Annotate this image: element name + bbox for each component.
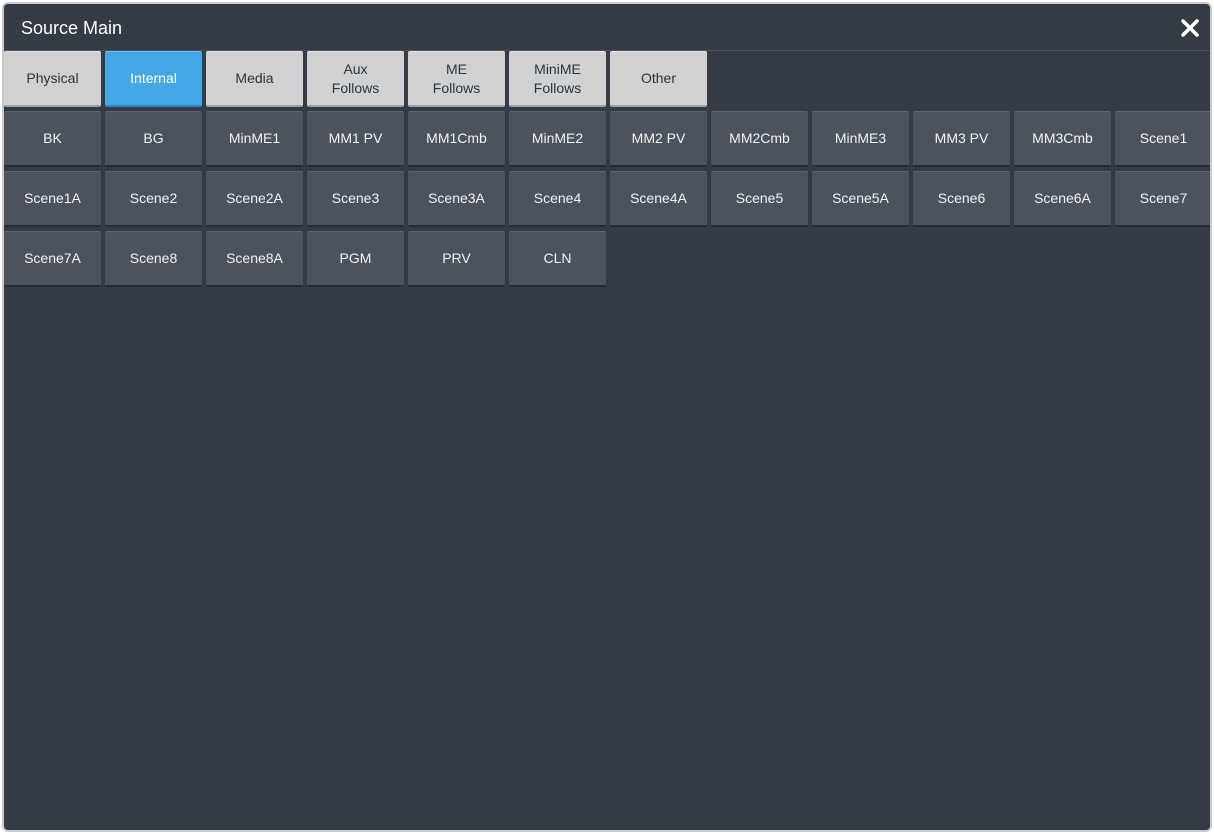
- source-button-scene8a[interactable]: Scene8A: [206, 231, 303, 287]
- source-button-mm1-pv[interactable]: MM1 PV: [307, 111, 404, 167]
- source-button-scene3a[interactable]: Scene3A: [408, 171, 505, 227]
- source-button-scene6a[interactable]: Scene6A: [1014, 171, 1111, 227]
- source-button-pgm[interactable]: PGM: [307, 231, 404, 287]
- source-button-mm2cmb[interactable]: MM2Cmb: [711, 111, 808, 167]
- source-button-mm3cmb[interactable]: MM3Cmb: [1014, 111, 1111, 167]
- tab-internal[interactable]: Internal: [105, 51, 202, 107]
- source-button-minme3[interactable]: MinME3: [812, 111, 909, 167]
- close-icon: [1181, 19, 1199, 37]
- close-button[interactable]: [1176, 14, 1204, 42]
- source-button-scene3[interactable]: Scene3: [307, 171, 404, 227]
- source-button-scene4[interactable]: Scene4: [509, 171, 606, 227]
- tab-physical[interactable]: Physical: [4, 51, 101, 107]
- source-button-scene7a[interactable]: Scene7A: [4, 231, 101, 287]
- source-button-cln[interactable]: CLN: [509, 231, 606, 287]
- source-button-bg[interactable]: BG: [105, 111, 202, 167]
- title-bar: Source Main: [4, 4, 1210, 51]
- source-button-scene5[interactable]: Scene5: [711, 171, 808, 227]
- source-button-scene6[interactable]: Scene6: [913, 171, 1010, 227]
- tab-media[interactable]: Media: [206, 51, 303, 107]
- source-button-scene2[interactable]: Scene2: [105, 171, 202, 227]
- tab-minime-follows[interactable]: MiniME Follows: [509, 51, 606, 107]
- source-button-scene7[interactable]: Scene7: [1115, 171, 1210, 227]
- source-button-scene4a[interactable]: Scene4A: [610, 171, 707, 227]
- source-button-mm3-pv[interactable]: MM3 PV: [913, 111, 1010, 167]
- source-button-scene8[interactable]: Scene8: [105, 231, 202, 287]
- source-button-scene1a[interactable]: Scene1A: [4, 171, 101, 227]
- source-button-scene5a[interactable]: Scene5A: [812, 171, 909, 227]
- source-button-scene2a[interactable]: Scene2A: [206, 171, 303, 227]
- source-button-bk[interactable]: BK: [4, 111, 101, 167]
- source-button-prv[interactable]: PRV: [408, 231, 505, 287]
- source-main-dialog: Source Main Physical Internal Media Aux Fol…: [2, 2, 1212, 832]
- source-button-minme1[interactable]: MinME1: [206, 111, 303, 167]
- tab-aux-follows[interactable]: Aux Follows: [307, 51, 404, 107]
- source-button-scene1[interactable]: Scene1: [1115, 111, 1210, 167]
- source-button-minme2[interactable]: MinME2: [509, 111, 606, 167]
- source-button-mm2-pv[interactable]: MM2 PV: [610, 111, 707, 167]
- tab-me-follows[interactable]: ME Follows: [408, 51, 505, 107]
- source-button-mm1cmb[interactable]: MM1Cmb: [408, 111, 505, 167]
- dialog-title: Source Main: [21, 18, 123, 38]
- tab-other[interactable]: Other: [610, 51, 707, 107]
